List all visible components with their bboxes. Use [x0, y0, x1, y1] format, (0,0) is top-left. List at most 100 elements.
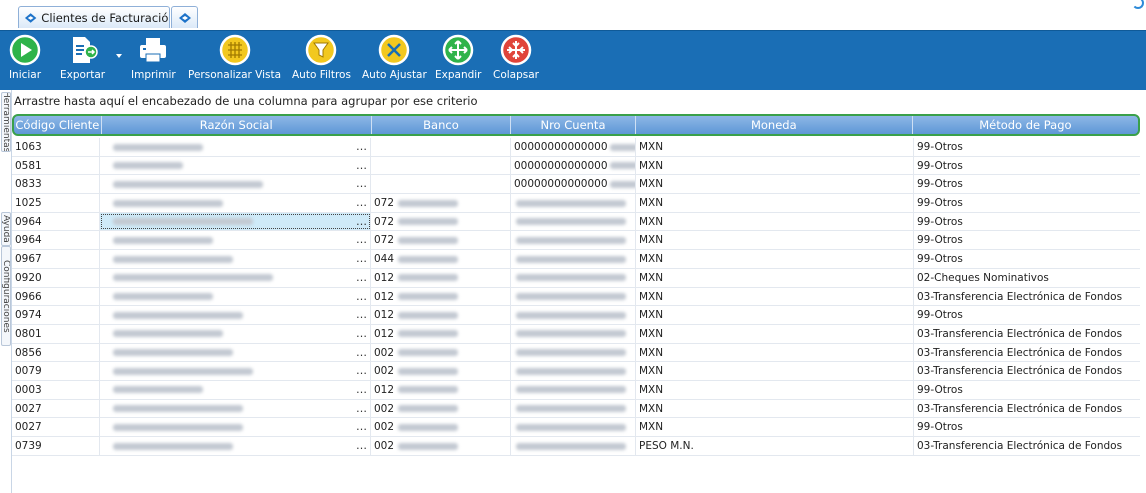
cell-codigo-cliente[interactable]: 0027 — [12, 418, 100, 436]
column-header-banco[interactable]: Banco — [372, 116, 512, 134]
cell-metodo-pago[interactable]: 03-Transferencia Electrónica de Fondos — [914, 362, 1140, 380]
cell-razon-social[interactable]: … — [100, 362, 371, 380]
cell-banco[interactable]: 012 — [371, 268, 511, 287]
cell-nro-cuenta[interactable] — [511, 250, 636, 268]
cell-codigo-cliente[interactable]: 1025 — [12, 194, 100, 212]
column-header-moneda[interactable]: Moneda — [636, 116, 913, 134]
cell-razon-social[interactable]: … — [100, 156, 371, 175]
cell-ellipsis-button[interactable]: … — [356, 437, 367, 455]
cell-razon-social[interactable]: … — [100, 399, 371, 418]
cell-moneda[interactable]: MXN — [636, 212, 914, 231]
cell-nro-cuenta[interactable] — [511, 231, 636, 250]
cell-moneda[interactable]: MXN — [636, 231, 914, 250]
side-tab-herramientas[interactable]: Herramientas — [1, 92, 11, 152]
cell-codigo-cliente[interactable]: 0027 — [12, 399, 100, 418]
cell-razon-social[interactable]: … — [100, 306, 371, 324]
cell-banco[interactable] — [371, 156, 511, 175]
cell-nro-cuenta[interactable] — [511, 287, 636, 306]
cell-ellipsis-button[interactable]: … — [356, 325, 367, 343]
cell-moneda[interactable]: MXN — [636, 175, 914, 194]
table-row[interactable]: 0581 … 00000000000000 MXN 99-Otros — [12, 156, 1140, 176]
cell-razon-social[interactable]: … — [100, 212, 371, 231]
tab-clientes-facturacion[interactable]: Clientes de Facturación — [18, 6, 170, 28]
cell-ellipsis-button[interactable]: … — [356, 418, 367, 436]
exportar-button[interactable]: Exportar — [60, 33, 105, 81]
cell-razon-social[interactable]: … — [100, 194, 371, 212]
column-header-razon-social[interactable]: Razón Social — [102, 116, 372, 134]
cell-codigo-cliente[interactable]: 0920 — [12, 268, 100, 287]
cell-metodo-pago[interactable]: 99-Otros — [914, 231, 1140, 249]
cell-razon-social[interactable]: … — [100, 437, 371, 455]
cell-metodo-pago[interactable]: 03-Transferencia Electrónica de Fondos — [914, 344, 1140, 362]
group-by-panel[interactable]: Arrastre hasta aquí el encabezado de una… — [12, 90, 1146, 112]
cell-moneda[interactable]: MXN — [636, 138, 914, 156]
cell-nro-cuenta[interactable]: 00000000000000 — [511, 156, 636, 175]
cell-metodo-pago[interactable]: 03-Transferencia Electrónica de Fondos — [914, 325, 1140, 343]
cell-codigo-cliente[interactable]: 0581 — [12, 156, 100, 175]
cell-moneda[interactable]: MXN — [636, 343, 914, 362]
cell-ellipsis-button[interactable]: … — [356, 288, 367, 306]
table-row[interactable]: 0739 … 002 PESO M.N. 03-Transferencia Electr… — [12, 437, 1140, 456]
cell-codigo-cliente[interactable]: 0974 — [12, 306, 100, 324]
cell-banco[interactable]: 012 — [371, 306, 511, 324]
cell-razon-social[interactable]: … — [100, 268, 371, 287]
cell-moneda[interactable]: MXN — [636, 324, 914, 343]
cell-codigo-cliente[interactable]: 0003 — [12, 380, 100, 399]
cell-metodo-pago[interactable]: 99-Otros — [914, 194, 1140, 212]
iniciar-button[interactable]: Iniciar — [8, 33, 42, 81]
cell-metodo-pago[interactable]: 99-Otros — [914, 418, 1140, 436]
cell-nro-cuenta[interactable] — [511, 418, 636, 436]
table-row[interactable]: 0801 … 012 MXN 03-Transferencia Electrónica … — [12, 324, 1140, 344]
cell-moneda[interactable]: MXN — [636, 268, 914, 287]
cell-banco[interactable]: 002 — [371, 399, 511, 418]
cell-ellipsis-button[interactable]: … — [356, 250, 367, 268]
cell-razon-social[interactable]: … — [100, 250, 371, 268]
cell-moneda[interactable]: MXN — [636, 362, 914, 380]
table-row[interactable]: 0964 … 072 MXN 99-Otros — [12, 212, 1140, 232]
table-row[interactable]: 0856 … 002 MXN 03-Transferencia Electrónica … — [12, 343, 1140, 363]
cell-nro-cuenta[interactable] — [511, 399, 636, 418]
cell-banco[interactable]: 044 — [371, 250, 511, 268]
cell-razon-social[interactable]: … — [100, 418, 371, 436]
table-row[interactable]: 0964 … 072 MXN 99-Otros — [12, 231, 1140, 251]
cell-nro-cuenta[interactable] — [511, 437, 636, 455]
cell-nro-cuenta[interactable] — [511, 268, 636, 287]
cell-moneda[interactable]: MXN — [636, 194, 914, 212]
cell-banco[interactable] — [371, 175, 511, 194]
colapsar-button[interactable]: Colapsar — [493, 33, 539, 81]
cell-ellipsis-button[interactable]: … — [356, 157, 367, 175]
cell-banco[interactable]: 002 — [371, 437, 511, 455]
cell-metodo-pago[interactable]: 99-Otros — [914, 306, 1140, 324]
side-tab-ayuda[interactable]: Ayuda — [1, 212, 11, 246]
cell-banco[interactable]: 072 — [371, 231, 511, 250]
cell-metodo-pago[interactable]: 99-Otros — [914, 138, 1140, 156]
cell-banco[interactable]: 072 — [371, 194, 511, 212]
column-header-metodo-pago[interactable]: Método de Pago — [913, 116, 1138, 134]
table-row[interactable]: 0833 … 00000000000000 MXN 99-Otros — [12, 175, 1140, 195]
cell-codigo-cliente[interactable]: 0964 — [12, 231, 100, 250]
cell-metodo-pago[interactable]: 99-Otros — [914, 213, 1140, 231]
cell-ellipsis-button[interactable]: … — [356, 175, 367, 193]
cell-codigo-cliente[interactable]: 0964 — [12, 212, 100, 231]
cell-banco[interactable]: 002 — [371, 418, 511, 436]
imprimir-button[interactable]: Imprimir — [131, 33, 176, 81]
tab-second[interactable] — [171, 6, 198, 28]
cell-codigo-cliente[interactable]: 0833 — [12, 175, 100, 194]
cell-nro-cuenta[interactable] — [511, 362, 636, 380]
auto-filtros-button[interactable]: Auto Filtros — [292, 33, 351, 81]
cell-ellipsis-button[interactable]: … — [356, 194, 367, 212]
cell-razon-social[interactable]: … — [100, 324, 371, 343]
cell-banco[interactable]: 072 — [371, 212, 511, 231]
cell-ellipsis-button[interactable]: … — [356, 381, 367, 399]
cell-ellipsis-button[interactable]: … — [356, 306, 367, 324]
cell-ellipsis-button[interactable]: … — [356, 138, 367, 156]
cell-razon-social[interactable]: … — [100, 287, 371, 306]
cell-razon-social[interactable]: … — [100, 175, 371, 194]
cell-ellipsis-button[interactable]: … — [356, 269, 367, 287]
cell-moneda[interactable]: MXN — [636, 380, 914, 399]
column-header-codigo-cliente[interactable]: Código Cliente — [14, 116, 102, 134]
cell-razon-social[interactable]: … — [100, 380, 371, 399]
export-dropdown-caret[interactable] — [116, 54, 122, 58]
table-row[interactable]: 1025 … 072 MXN 99-Otros — [12, 194, 1140, 213]
cell-moneda[interactable]: MXN — [636, 399, 914, 418]
